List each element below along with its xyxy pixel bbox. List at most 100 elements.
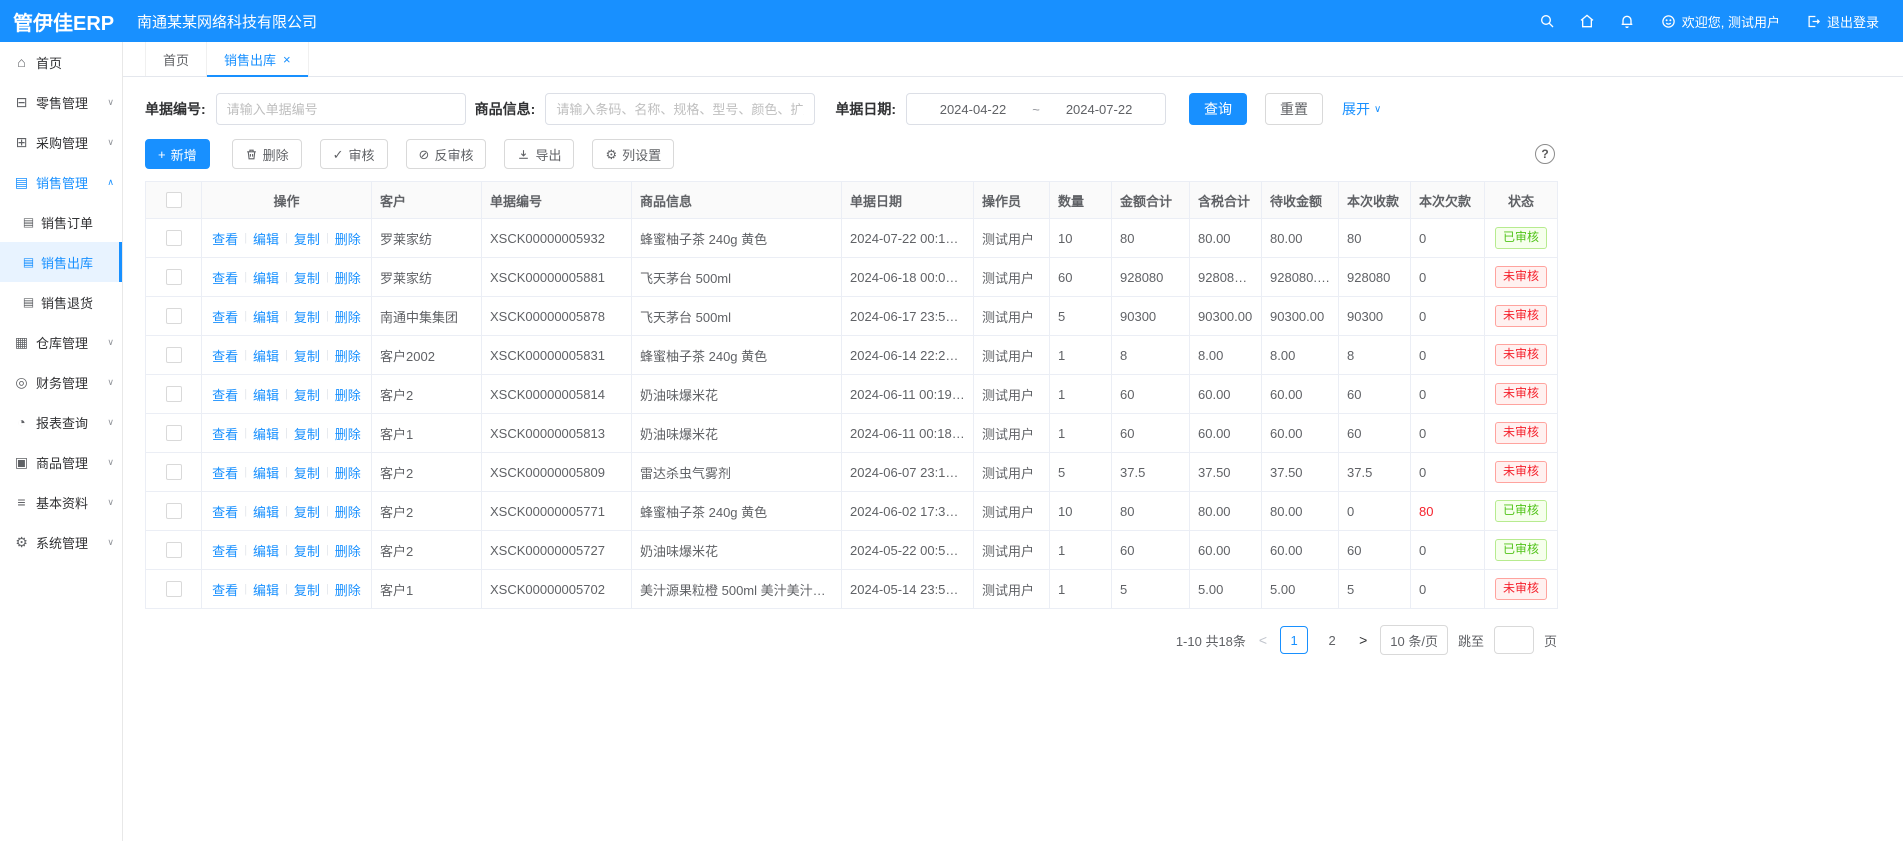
sidebar-subitem-sales-outbound[interactable]: ▤销售出库 bbox=[0, 242, 122, 282]
received-cell: 90300 bbox=[1339, 297, 1411, 336]
action-view-link[interactable]: 查看 bbox=[212, 385, 238, 404]
row-checkbox[interactable] bbox=[166, 425, 182, 441]
row-checkbox[interactable] bbox=[166, 347, 182, 363]
sidebar-item-report[interactable]: ◔报表查询∨ bbox=[0, 402, 122, 442]
action-edit-link[interactable]: 编辑 bbox=[253, 307, 279, 326]
action-view-link[interactable]: 查看 bbox=[212, 502, 238, 521]
row-checkbox[interactable] bbox=[166, 542, 182, 558]
actions-cell: 查看|编辑|复制|删除 bbox=[202, 219, 372, 258]
search-icon[interactable] bbox=[1539, 13, 1555, 29]
delete-button[interactable]: 删除 bbox=[232, 139, 302, 169]
logout-button[interactable]: 退出登录 bbox=[1806, 12, 1879, 31]
unaudit-button[interactable]: ⊘ 反审核 bbox=[406, 139, 487, 169]
column-settings-button[interactable]: ⚙ 列设置 bbox=[592, 139, 674, 169]
action-copy-link[interactable]: 复制 bbox=[294, 463, 320, 482]
row-checkbox[interactable] bbox=[166, 269, 182, 285]
action-edit-link[interactable]: 编辑 bbox=[253, 268, 279, 287]
action-edit-link[interactable]: 编辑 bbox=[253, 424, 279, 443]
search-button[interactable]: 查询 bbox=[1189, 93, 1247, 125]
date-start-value[interactable]: 2024-04-22 bbox=[940, 102, 1007, 117]
action-view-link[interactable]: 查看 bbox=[212, 424, 238, 443]
action-view-link[interactable]: 查看 bbox=[212, 463, 238, 482]
export-button[interactable]: 导出 bbox=[504, 139, 574, 169]
action-delete-link[interactable]: 删除 bbox=[335, 307, 361, 326]
audit-button[interactable]: ✓ 审核 bbox=[320, 139, 388, 169]
action-delete-link[interactable]: 删除 bbox=[335, 346, 361, 365]
page-button-1[interactable]: 1 bbox=[1280, 626, 1308, 654]
row-checkbox[interactable] bbox=[166, 503, 182, 519]
action-view-link[interactable]: 查看 bbox=[212, 580, 238, 599]
close-icon[interactable]: × bbox=[283, 53, 291, 66]
sidebar-item-basedata[interactable]: ≡基本资料∨ bbox=[0, 482, 122, 522]
user-welcome[interactable]: 欢迎您, 测试用户 bbox=[1661, 12, 1780, 31]
action-delete-link[interactable]: 删除 bbox=[335, 541, 361, 560]
action-delete-link[interactable]: 删除 bbox=[335, 502, 361, 521]
action-edit-link[interactable]: 编辑 bbox=[253, 502, 279, 521]
action-edit-link[interactable]: 编辑 bbox=[253, 541, 279, 560]
row-checkbox[interactable] bbox=[166, 581, 182, 597]
action-copy-link[interactable]: 复制 bbox=[294, 268, 320, 287]
row-checkbox[interactable] bbox=[166, 308, 182, 324]
date-end-value[interactable]: 2024-07-22 bbox=[1066, 102, 1133, 117]
actions-cell: 查看|编辑|复制|删除 bbox=[202, 453, 372, 492]
action-view-link[interactable]: 查看 bbox=[212, 346, 238, 365]
action-separator: | bbox=[244, 427, 247, 439]
select-all-checkbox[interactable] bbox=[166, 192, 182, 208]
product-info-input[interactable] bbox=[545, 93, 815, 125]
action-edit-link[interactable]: 编辑 bbox=[253, 229, 279, 248]
row-checkbox[interactable] bbox=[166, 386, 182, 402]
action-delete-link[interactable]: 删除 bbox=[335, 463, 361, 482]
product-info-cell: 蜂蜜柚子茶 240g 黄色 bbox=[632, 336, 842, 375]
action-view-link[interactable]: 查看 bbox=[212, 229, 238, 248]
home-icon[interactable] bbox=[1579, 13, 1595, 29]
action-view-link[interactable]: 查看 bbox=[212, 307, 238, 326]
action-copy-link[interactable]: 复制 bbox=[294, 307, 320, 326]
sidebar-item-system[interactable]: ⚙系统管理∨ bbox=[0, 522, 122, 562]
row-checkbox[interactable] bbox=[166, 464, 182, 480]
action-edit-link[interactable]: 编辑 bbox=[253, 385, 279, 404]
action-copy-link[interactable]: 复制 bbox=[294, 385, 320, 404]
sidebar-subitem-sales-order[interactable]: ▤销售订单 bbox=[0, 202, 122, 242]
expand-link[interactable]: 展开 ∨ bbox=[1342, 99, 1381, 119]
reset-button[interactable]: 重置 bbox=[1265, 93, 1323, 125]
tab-home[interactable]: 首页 bbox=[145, 42, 207, 76]
action-delete-link[interactable]: 删除 bbox=[335, 580, 361, 599]
sidebar-item-finance[interactable]: ◎财务管理∨ bbox=[0, 362, 122, 402]
sidebar-item-sales[interactable]: ▤销售管理∧ bbox=[0, 162, 122, 202]
tab-sales-outbound[interactable]: 销售出库× bbox=[207, 42, 309, 76]
prev-page-button[interactable]: < bbox=[1256, 632, 1270, 648]
sidebar-item-retail[interactable]: ⊟零售管理∨ bbox=[0, 82, 122, 122]
sidebar-subitem-sales-return[interactable]: ▤销售退货 bbox=[0, 282, 122, 322]
action-copy-link[interactable]: 复制 bbox=[294, 580, 320, 599]
action-view-link[interactable]: 查看 bbox=[212, 268, 238, 287]
date-range-picker[interactable]: 2024-04-22 ~ 2024-07-22 bbox=[906, 93, 1166, 125]
action-edit-link[interactable]: 编辑 bbox=[253, 346, 279, 365]
page-size-select[interactable]: 10 条/页 bbox=[1380, 625, 1448, 655]
action-delete-link[interactable]: 删除 bbox=[335, 385, 361, 404]
sidebar-item-home[interactable]: ⌂首页 bbox=[0, 42, 122, 82]
action-view-link[interactable]: 查看 bbox=[212, 541, 238, 560]
action-delete-link[interactable]: 删除 bbox=[335, 268, 361, 287]
help-icon[interactable]: ? bbox=[1535, 144, 1555, 164]
tax-total-cell: 60.00 bbox=[1190, 531, 1262, 570]
sidebar-item-purchase[interactable]: ⊞采购管理∨ bbox=[0, 122, 122, 162]
action-copy-link[interactable]: 复制 bbox=[294, 424, 320, 443]
action-copy-link[interactable]: 复制 bbox=[294, 541, 320, 560]
product-info-cell: 奶油味爆米花 bbox=[632, 414, 842, 453]
add-button[interactable]: + 新增 bbox=[145, 139, 210, 169]
action-copy-link[interactable]: 复制 bbox=[294, 502, 320, 521]
row-checkbox[interactable] bbox=[166, 230, 182, 246]
action-copy-link[interactable]: 复制 bbox=[294, 229, 320, 248]
action-delete-link[interactable]: 删除 bbox=[335, 229, 361, 248]
bill-no-input[interactable] bbox=[216, 93, 466, 125]
action-edit-link[interactable]: 编辑 bbox=[253, 580, 279, 599]
page-button-2[interactable]: 2 bbox=[1318, 626, 1346, 654]
sidebar-item-goods[interactable]: ▣商品管理∨ bbox=[0, 442, 122, 482]
next-page-button[interactable]: > bbox=[1356, 632, 1370, 648]
action-edit-link[interactable]: 编辑 bbox=[253, 463, 279, 482]
jump-page-input[interactable] bbox=[1494, 626, 1534, 654]
sidebar-item-warehouse[interactable]: ▦仓库管理∨ bbox=[0, 322, 122, 362]
action-delete-link[interactable]: 删除 bbox=[335, 424, 361, 443]
action-copy-link[interactable]: 复制 bbox=[294, 346, 320, 365]
bell-icon[interactable] bbox=[1619, 13, 1635, 29]
